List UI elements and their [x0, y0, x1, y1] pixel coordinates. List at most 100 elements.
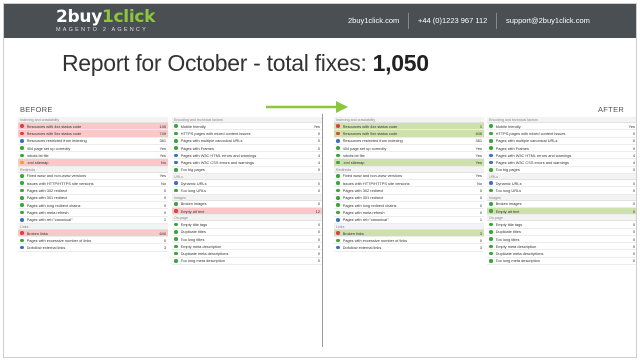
report-row[interactable]: .xml sitemap Yes: [334, 159, 484, 167]
report-row[interactable]: Mobile friendly Yes: [487, 123, 636, 131]
report-row[interactable]: Pages with W3C CSS errors and warnings 4: [172, 159, 322, 167]
report-row[interactable]: Dynamic URLs 0: [487, 180, 636, 188]
row-value: 0: [479, 188, 482, 194]
report-row[interactable]: Too long meta description 0: [487, 258, 636, 266]
report-row[interactable]: Pages with Frames 0: [487, 145, 636, 153]
report-row[interactable]: Fixed www and non-www versions Yes: [334, 173, 484, 181]
report-row[interactable]: Resources restricted from indexing 381: [18, 138, 168, 145]
status-green-icon: [489, 188, 493, 193]
report-row[interactable]: HTTPS pages with mixed content issues 0: [172, 130, 322, 138]
header-divider: [408, 13, 409, 29]
status-green-icon: [174, 131, 178, 136]
report-row[interactable]: Resources with 4xx status code 1: [334, 123, 484, 131]
report-row[interactable]: Pages with meta refresh 0: [334, 209, 484, 217]
report-row[interactable]: Too long titles 0: [487, 236, 636, 244]
report-row[interactable]: Broken images 0: [487, 201, 636, 208]
report-row[interactable]: Too long URLs 0: [487, 187, 636, 195]
report-row[interactable]: Fixed www and non-www versions Yes: [18, 173, 168, 181]
report-row[interactable]: Pages with excessive number of links 0: [334, 237, 484, 245]
report-row[interactable]: Empty alt text 0: [487, 207, 636, 216]
status-red-icon: [174, 209, 178, 213]
report-row[interactable]: Pages with Frames 0: [172, 145, 322, 153]
report-row[interactable]: Resources with 5xx status code 406: [334, 130, 484, 138]
report-row[interactable]: Pages with meta refresh 0: [18, 209, 168, 217]
report-row[interactable]: Dofollow external links 3: [18, 244, 168, 252]
report-row[interactable]: Duplicate titles 0: [487, 229, 636, 236]
row-value: 0: [317, 236, 320, 242]
report-row[interactable]: 404 page set up correctly Yes: [334, 145, 484, 153]
row-value: 0: [317, 221, 320, 227]
report-row[interactable]: Pages with W3C CSS errors and warnings 4: [487, 159, 636, 167]
report-row[interactable]: Pages with W3C HTML errors and warnings 4: [487, 152, 636, 160]
row-value: Yes: [475, 160, 482, 166]
row-label: Pages with excessive number of links: [26, 237, 92, 243]
report-row[interactable]: Duplicate titles 0: [172, 229, 322, 236]
report-row[interactable]: Pages with multiple canonical URLs 0: [487, 138, 636, 145]
report-row[interactable]: Empty meta description 0: [487, 243, 636, 251]
report-row[interactable]: Too long URLs 0: [172, 187, 322, 195]
report-row[interactable]: Dynamic URLs 0: [172, 180, 322, 188]
status-green-icon: [336, 203, 340, 207]
row-label: Pages with 301 redirect: [342, 195, 384, 201]
report-row[interactable]: robots.txt file Yes: [18, 152, 168, 160]
row-value: 0: [632, 201, 635, 207]
row-label: Pages with long redirect chains: [26, 202, 81, 208]
report-row[interactable]: Pages with excessive number of links 0: [18, 237, 168, 245]
report-row[interactable]: Pages with 302 redirect 0: [334, 187, 484, 195]
report-row[interactable]: Resources restricted from indexing 381: [334, 138, 484, 145]
report-row[interactable]: Issues with HTTP/HTTPS site versions No: [18, 180, 168, 188]
status-green-icon: [174, 251, 178, 256]
status-green-icon: [20, 203, 24, 207]
report-row[interactable]: Too big pages 0: [172, 167, 322, 175]
report-row[interactable]: Empty meta description 0: [172, 243, 322, 251]
row-value: 0: [632, 221, 635, 227]
report-row[interactable]: HTTPS pages with mixed content issues 0: [487, 130, 636, 138]
row-value: 0: [479, 202, 482, 208]
phone-link[interactable]: +44 (0)1223 967 112: [418, 4, 487, 38]
report-row[interactable]: Resources with 4xx status code 145: [18, 123, 168, 131]
report-row[interactable]: Broken links 640: [18, 229, 168, 238]
row-label: .xml sitemap: [342, 160, 365, 166]
logo[interactable]: 2buy1click MAGENTO 2 AGENCY: [56, 8, 155, 33]
row-value: 0: [632, 251, 635, 257]
report-row[interactable]: Pages with 301 redirect 0: [18, 195, 168, 202]
report-row[interactable]: Issues with HTTP/HTTPS site versions No: [334, 180, 484, 188]
row-label: Duplicate titles: [180, 229, 206, 235]
report-row[interactable]: Empty title tags 0: [487, 221, 636, 229]
report-row[interactable]: Pages with multiple canonical URLs 0: [172, 138, 322, 145]
report-row[interactable]: Pages with 302 redirect 0: [18, 187, 168, 195]
logo-accent: 1click: [101, 7, 156, 27]
report-row[interactable]: Pages with W3C HTML errors and warnings 4: [172, 152, 322, 160]
report-row[interactable]: Duplicate meta descriptions 0: [487, 250, 636, 258]
status-green-icon: [336, 153, 340, 158]
report-row[interactable]: Broken links 3: [334, 229, 484, 238]
row-label: Empty meta description: [180, 243, 222, 249]
status-green-icon: [174, 244, 178, 249]
report-row[interactable]: Dofollow external links 3: [334, 244, 484, 252]
report-row[interactable]: Pages with rel="canonical" 1: [18, 217, 168, 224]
report-row[interactable]: Duplicate meta descriptions 0: [172, 250, 322, 258]
report-row[interactable]: Resources with 5xx status code 749: [18, 130, 168, 138]
report-row[interactable]: .xml sitemap No: [18, 159, 168, 167]
status-green-icon: [336, 188, 340, 193]
row-value: 1: [479, 123, 482, 129]
report-row[interactable]: Empty alt text 12: [172, 207, 322, 216]
report-row[interactable]: Too big pages 0: [487, 167, 636, 175]
report-row[interactable]: Too long meta description 0: [172, 258, 322, 266]
report-row[interactable]: Pages with 301 redirect 0: [334, 195, 484, 202]
status-green-icon: [336, 238, 340, 243]
row-value: 4: [632, 160, 635, 166]
email-link[interactable]: support@2buy1click.com: [506, 4, 590, 38]
site-link[interactable]: 2buy1click.com: [348, 4, 399, 38]
report-row[interactable]: Broken images 0: [172, 201, 322, 208]
report-row[interactable]: Too long titles 0: [172, 236, 322, 244]
report-row[interactable]: robots.txt file Yes: [334, 152, 484, 160]
report-row[interactable]: Pages with long redirect chains 0: [334, 202, 484, 210]
report-row[interactable]: Mobile friendly Yes: [172, 123, 322, 131]
report-row[interactable]: Pages with rel="canonical" 1: [334, 217, 484, 224]
row-value: Yes: [313, 123, 320, 129]
row-label: HTTPS pages with mixed content issues: [180, 130, 251, 136]
report-row[interactable]: 404 page set up correctly Yes: [18, 145, 168, 153]
report-row[interactable]: Pages with long redirect chains 0: [18, 202, 168, 210]
report-row[interactable]: Empty title tags 0: [172, 221, 322, 229]
